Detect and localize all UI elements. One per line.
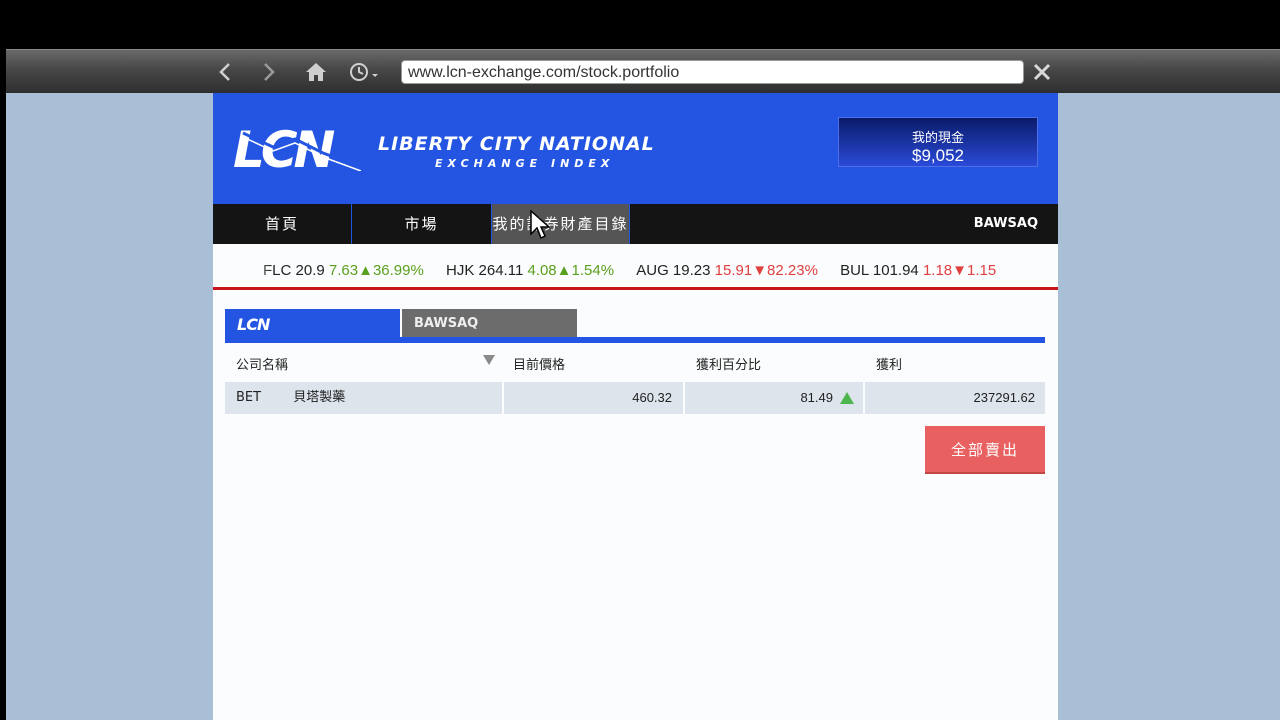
exchange-tabs: LCN BAWSAQ <box>225 309 1045 343</box>
sort-down-icon[interactable] <box>483 355 495 365</box>
col-company-name[interactable]: 公司名稱 <box>236 354 288 373</box>
main-nav: 首頁 市場 我的證券財產目錄 BAWSAQ <box>213 204 1058 244</box>
tab-lcn-logo: LCN <box>237 315 270 334</box>
table-header: 公司名稱 目前價格 獲利百分比 獲利 <box>225 348 1045 378</box>
ticker-fade-right <box>998 244 1058 287</box>
ticker-item[interactable]: BUL 101.94 1.18▼1.15 <box>840 262 996 279</box>
mouse-cursor-icon <box>530 210 550 240</box>
ticker-item[interactable]: HJK 264.11 4.08▲1.54% <box>446 262 614 279</box>
address-bar[interactable]: www.lcn-exchange.com/stock.portfolio <box>401 60 1024 84</box>
col-current-price[interactable]: 目前價格 <box>513 354 565 373</box>
bawsaq-logo[interactable]: BAWSAQ <box>974 216 1038 231</box>
home-icon[interactable] <box>302 58 330 86</box>
company-symbol: BET <box>236 390 262 405</box>
nav-home[interactable]: 首頁 <box>213 204 352 244</box>
up-arrow-icon: ▲ <box>556 262 572 279</box>
down-arrow-icon: ▼ <box>752 262 768 279</box>
down-arrow-icon: ▼ <box>952 262 968 279</box>
ticker-item[interactable]: AUG 19.23 15.91▼82.23% <box>636 262 818 279</box>
table-row[interactable]: BET 貝塔製藥 460.32 81.49 237291.62 <box>225 382 1045 414</box>
ticker-track: FLC 20.9 7.63▲36.99% HJK 264.11 4.08▲1.5… <box>233 262 1014 279</box>
nav-market[interactable]: 市場 <box>352 204 491 244</box>
cell-company: BET 貝塔製藥 <box>225 382 502 414</box>
history-clock-icon[interactable] <box>346 58 386 86</box>
col-profit-percent[interactable]: 獲利百分比 <box>696 354 761 373</box>
site-header: LCN LIBERTY CITY NATIONAL EXCHANGE INDEX… <box>213 93 1058 204</box>
tab-bawsaq[interactable]: BAWSAQ <box>402 309 577 338</box>
cell-profit: 237291.62 <box>865 382 1045 414</box>
stock-ticker: FLC 20.9 7.63▲36.99% HJK 264.11 4.08▲1.5… <box>213 244 1058 290</box>
ticker-item[interactable]: FLC 20.9 7.63▲36.99% <box>263 262 424 279</box>
close-icon[interactable] <box>1028 58 1056 86</box>
top-black-bar <box>0 0 1280 49</box>
forward-arrow-icon[interactable] <box>254 58 282 86</box>
lcn-logo-icon[interactable]: LCN <box>233 123 365 171</box>
sell-all-button[interactable]: 全部賣出 <box>925 426 1045 474</box>
up-triangle-icon <box>840 392 854 404</box>
logo-subtitle: EXCHANGE INDEX <box>435 157 615 170</box>
tab-bawsaq-logo: BAWSAQ <box>414 316 479 331</box>
logo-title: LIBERTY CITY NATIONAL <box>378 133 655 155</box>
cash-label: 我的現金 <box>911 131 964 146</box>
cash-display: 我的現金 $9,052 <box>838 117 1038 167</box>
lcn-website: LCN LIBERTY CITY NATIONAL EXCHANGE INDEX… <box>213 93 1058 720</box>
cell-profit-percent: 81.49 <box>685 382 863 414</box>
cash-value: $9,052 <box>912 146 964 165</box>
up-arrow-icon: ▲ <box>358 262 373 279</box>
cell-price: 460.32 <box>504 382 683 414</box>
ticker-fade-left <box>213 244 273 287</box>
col-profit[interactable]: 獲利 <box>876 354 902 373</box>
company-name: 貝塔製藥 <box>293 390 346 405</box>
back-arrow-icon[interactable] <box>212 58 240 86</box>
nav-portfolio[interactable]: 我的證券財產目錄 <box>491 204 630 244</box>
tab-lcn[interactable]: LCN <box>225 309 400 338</box>
browser-toolbar: www.lcn-exchange.com/stock.portfolio <box>6 49 1280 93</box>
tab-underline <box>225 337 1045 343</box>
